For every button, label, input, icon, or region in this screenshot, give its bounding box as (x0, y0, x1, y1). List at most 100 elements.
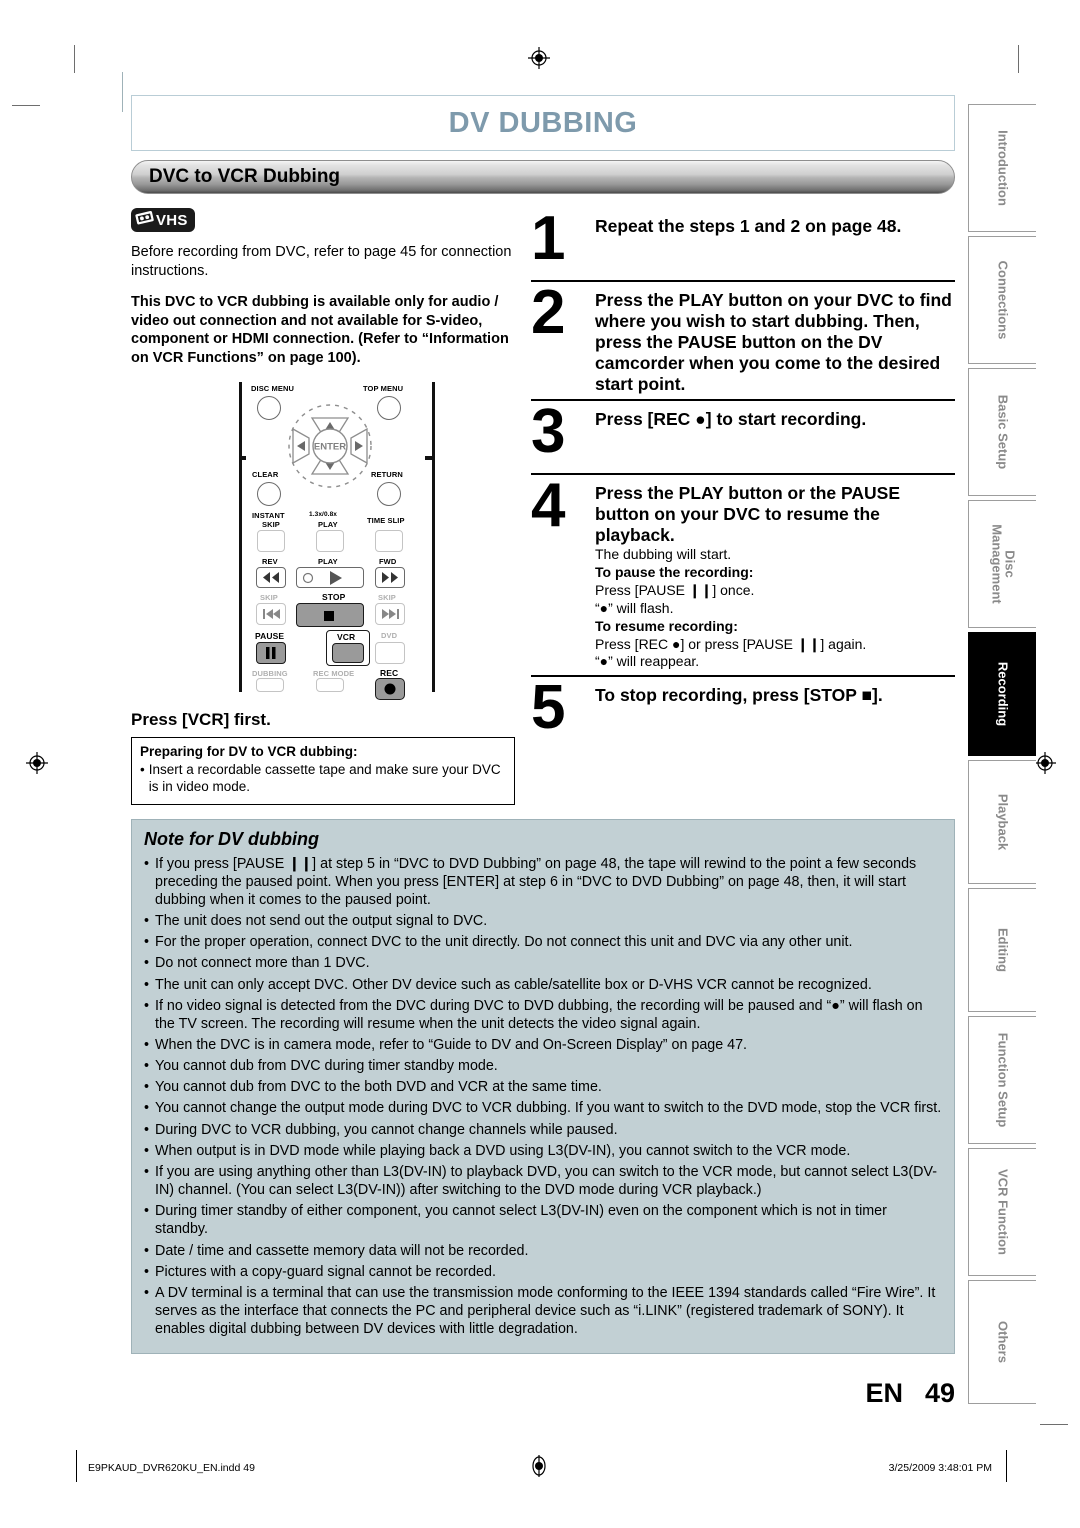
page-number: 49 (924, 1378, 955, 1408)
button-rev[interactable] (256, 567, 286, 589)
note-item-text: If you are using anything other than L3(… (155, 1163, 937, 1199)
side-tab-editing[interactable]: Editing (968, 888, 1036, 1012)
note-item-text: You cannot change the output mode during… (155, 1100, 942, 1117)
button-stop[interactable] (296, 603, 364, 628)
label-return: RETURN (371, 470, 403, 480)
step-2-number: 2 (531, 278, 565, 347)
note-item-text: The unit can only accept DVC. Other DV d… (155, 976, 872, 993)
label-rev: REV (262, 557, 278, 567)
bullet-marker: • (144, 1263, 150, 1280)
note-item: • If no video signal is detected from the… (144, 997, 942, 1033)
step-4-sub-2: Press [PAUSE ❙❙] once. (595, 581, 755, 598)
step-1: 1 Repeat the steps 1 and 2 on page 48. (531, 208, 955, 282)
note-item-text: You cannot dub from DVC during timer sta… (155, 1058, 498, 1075)
side-index-tabs: Introduction Connections Basic Setup Disc M… (968, 104, 1038, 1408)
button-skip-next[interactable] (375, 603, 405, 626)
side-tab-label: Editing (995, 927, 1010, 973)
step-1-heading: Repeat the steps 1 and 2 on page 48. (595, 216, 902, 236)
page-title: DV DUBBING (448, 106, 638, 139)
side-tab-function-setup[interactable]: Function Setup (968, 1016, 1036, 1144)
note-item: • If you are using anything other than L3… (144, 1163, 942, 1199)
step-4-heading: Press the PLAY button or the PAUSE butto… (595, 483, 901, 545)
remote-right-edge (432, 382, 435, 693)
note-item: • During timer standby of either componen… (144, 1202, 942, 1238)
step-4-sub-0: The dubbing will start. (595, 546, 732, 562)
note-item-text: During DVC to VCR dubbing, you cannot ch… (155, 1121, 618, 1138)
bullet-marker: • (144, 976, 150, 993)
slug-rule-right (1006, 1450, 1007, 1482)
left-column: VHS Before recording from DVC, refer to … (131, 208, 531, 805)
button-return[interactable] (377, 482, 401, 507)
side-tab-others[interactable]: Others (968, 1280, 1036, 1404)
remote-control-diagram: DISC MENU TOP MENU ENTER CLEAR RETURN IN… (239, 380, 435, 701)
side-tab-connections[interactable]: Connections (968, 236, 1036, 364)
side-tab-recording[interactable]: Recording (968, 632, 1036, 756)
bullet-marker: • (144, 955, 150, 972)
preparing-box-item: • Insert a recordable cassette tape and … (140, 761, 506, 795)
side-tab-label: Connections (995, 260, 1010, 340)
step-4-sub-5: Press [REC ●] or press [PAUSE ❙❙] again. (595, 635, 867, 652)
side-tab-introduction[interactable]: Introduction (968, 104, 1036, 232)
button-instant-skip[interactable] (257, 530, 285, 553)
button-dubbing[interactable] (256, 678, 284, 693)
note-item: • You cannot dub from DVC during timer st… (144, 1057, 942, 1075)
step-5: 5 To stop recording, press [STOP ■]. (531, 677, 955, 751)
button-fwd[interactable] (375, 567, 405, 589)
button-speed-play[interactable] (316, 530, 344, 553)
bullet-marker: • (144, 1284, 150, 1301)
button-top-menu[interactable] (377, 396, 401, 421)
bullet-marker: • (144, 913, 150, 930)
step-4-number: 4 (531, 471, 565, 540)
side-tab-vcr-function[interactable]: VCR Function (968, 1148, 1036, 1276)
side-tab-playback[interactable]: Playback (968, 760, 1036, 884)
button-clear[interactable] (257, 482, 281, 507)
button-play[interactable] (296, 567, 364, 589)
bullet-marker: • (144, 1079, 150, 1096)
label-fwd: FWD (379, 557, 397, 567)
button-vcr[interactable] (332, 643, 364, 664)
button-rec[interactable] (375, 678, 405, 701)
side-tab-label: Disc Management (988, 524, 1017, 604)
slug-rule-left (76, 1450, 77, 1482)
note-item: • For the proper operation, connect DVC t… (144, 933, 942, 951)
print-slug-filename: E9PKAUD_DVR620KU_EN.indd 49 (88, 1462, 255, 1474)
directional-pad[interactable]: ENTER (282, 404, 378, 493)
crop-mark-top-right-vertical (1018, 45, 1019, 73)
remote-left-notch (239, 456, 246, 461)
button-disc-menu[interactable] (257, 396, 281, 421)
button-skip-previous[interactable] (256, 603, 286, 626)
side-tab-disc-management[interactable]: Disc Management (968, 500, 1036, 628)
label-dubbing: DUBBING (252, 669, 288, 679)
button-dvd[interactable] (375, 642, 405, 665)
note-item: • The unit does not send out the output s… (144, 912, 942, 930)
section-title: DVC to VCR Dubbing (149, 166, 341, 187)
button-rec-mode[interactable] (316, 678, 344, 693)
step-3: 3 Press [REC ●] to start recording. (531, 401, 955, 475)
note-box-title: Note for DV dubbing (144, 828, 319, 849)
step-2: 2 Press the PLAY button on your DVC to f… (531, 282, 955, 401)
step-4: 4 Press the PLAY button or the PAUSE but… (531, 471, 955, 678)
vhs-media-badge: VHS (131, 208, 195, 232)
button-pause[interactable] (256, 642, 286, 665)
note-item-text: If no video signal is detected from the … (155, 997, 923, 1032)
vhs-badge-label: VHS (156, 211, 188, 229)
bullet-marker: • (140, 762, 145, 778)
button-time-slip[interactable] (375, 530, 403, 553)
label-dvd: DVD (381, 631, 398, 641)
chapter-title-banner: DV DUBBING (131, 95, 955, 151)
note-item: • During DVC to VCR dubbing, you cannot c… (144, 1121, 942, 1139)
label-skip-right: SKIP (378, 593, 396, 603)
note-item: • The unit can only accept DVC. Other DV … (144, 976, 942, 994)
remote-right-notch (425, 456, 432, 461)
label-skip-left: SKIP (260, 593, 278, 603)
label-pause: PAUSE (255, 631, 285, 642)
crop-mark-top-left-vertical (74, 45, 75, 73)
label-speed-play: PLAY (318, 520, 338, 530)
side-tab-basic-setup[interactable]: Basic Setup (968, 368, 1036, 496)
step-3-heading: Press [REC ●] to start recording. (595, 409, 867, 429)
crop-mark-bottom-right-horizontal (1040, 1424, 1068, 1425)
note-item: • When output is in DVD mode while playin… (144, 1142, 942, 1160)
note-item: • Date / time and cassette memory data wi… (144, 1242, 942, 1260)
label-instant-skip: SKIP (262, 520, 280, 530)
label-top-menu: TOP MENU (363, 384, 404, 394)
